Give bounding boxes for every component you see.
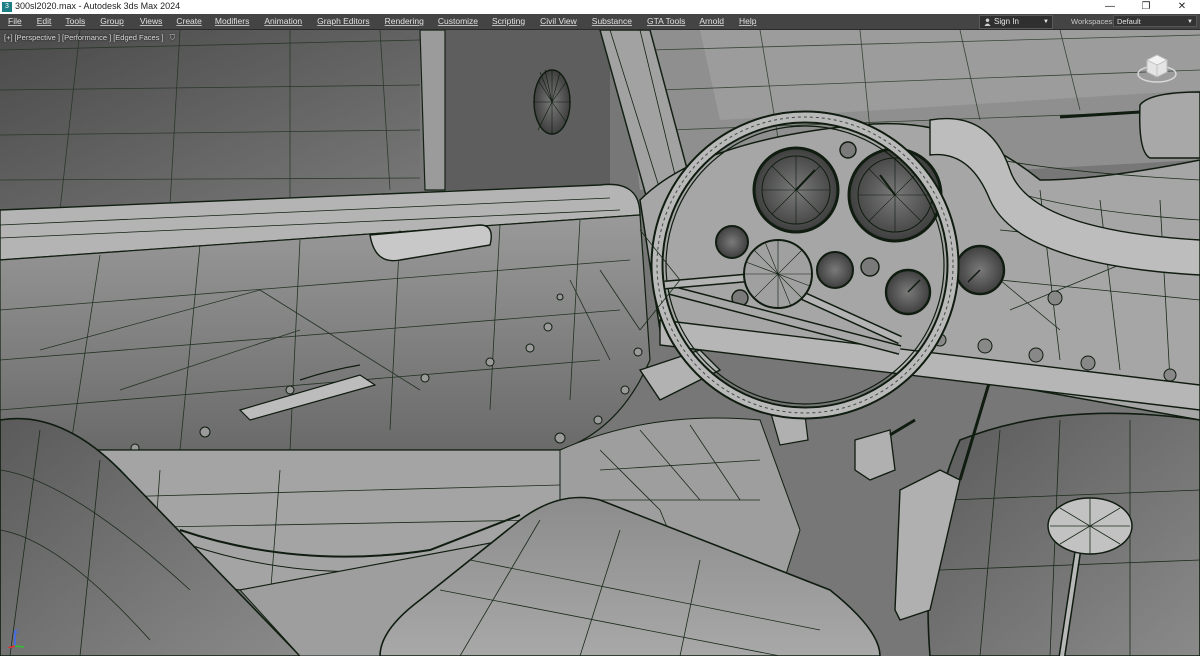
chevron-down-icon: ▼: [1043, 19, 1049, 25]
menu-substance[interactable]: Substance: [588, 14, 636, 29]
workspaces-label: Workspaces:: [1071, 17, 1115, 26]
menu-bar: File Edit Tools Group Views Create Modif…: [0, 14, 1200, 30]
menu-civil-view[interactable]: Civil View: [536, 14, 581, 29]
title-bar: 3 300sl2020.max - Autodesk 3ds Max 2024 …: [0, 0, 1200, 15]
menu-views[interactable]: Views: [136, 14, 167, 29]
funnel-icon[interactable]: ⛉: [170, 33, 176, 43]
menu-arnold[interactable]: Arnold: [695, 14, 728, 29]
viewcube-icon[interactable]: [1136, 50, 1178, 84]
workspace-value: Default: [1117, 17, 1141, 26]
menu-tools[interactable]: Tools: [61, 14, 89, 29]
menu-animation[interactable]: Animation: [260, 14, 306, 29]
workspaces-select[interactable]: Default ▼: [1113, 15, 1197, 27]
viewport-scene: [0, 30, 1200, 656]
menu-modifiers[interactable]: Modifiers: [211, 14, 253, 29]
menu-items: File Edit Tools Group Views Create Modif…: [0, 14, 760, 29]
viewport-performance-label[interactable]: [Performance ]: [62, 33, 111, 43]
minimize-button[interactable]: —: [1092, 0, 1128, 14]
menu-graph-editors[interactable]: Graph Editors: [313, 14, 373, 29]
close-button[interactable]: ✕: [1164, 0, 1200, 14]
axis-tripod-icon: z: [7, 629, 25, 648]
menu-customize[interactable]: Customize: [434, 14, 482, 29]
user-icon: [984, 18, 991, 26]
sign-in-label: Sign In: [994, 17, 1019, 26]
viewport-shading-label[interactable]: [Edged Faces ]: [113, 33, 163, 43]
menu-edit[interactable]: Edit: [33, 14, 56, 29]
viewport-pov-label[interactable]: [Perspective ]: [15, 33, 60, 43]
perspective-viewport[interactable]: [+] [Perspective ] [Performance ] [Edged…: [0, 30, 1200, 656]
window-title: 300sl2020.max - Autodesk 3ds Max 2024: [15, 1, 181, 11]
chevron-down-icon: ▼: [1187, 19, 1193, 25]
svg-text:z: z: [16, 629, 19, 635]
viewport-menu-button[interactable]: [+]: [4, 33, 13, 43]
menu-group[interactable]: Group: [96, 14, 128, 29]
menu-help[interactable]: Help: [735, 14, 760, 29]
restore-button[interactable]: ❐: [1128, 0, 1164, 14]
sign-in-dropdown[interactable]: Sign In ▼: [979, 15, 1053, 29]
side-window-glass: [0, 30, 420, 215]
menu-file[interactable]: File: [4, 14, 26, 29]
menu-rendering[interactable]: Rendering: [381, 14, 428, 29]
app-icon[interactable]: 3: [2, 2, 12, 12]
menu-gta-tools[interactable]: GTA Tools: [643, 14, 689, 29]
menu-create[interactable]: Create: [172, 14, 206, 29]
viewport-label: [+] [Perspective ] [Performance ] [Edged…: [4, 33, 175, 43]
window-controls: — ❐ ✕: [1092, 0, 1200, 14]
menu-scripting[interactable]: Scripting: [488, 14, 529, 29]
